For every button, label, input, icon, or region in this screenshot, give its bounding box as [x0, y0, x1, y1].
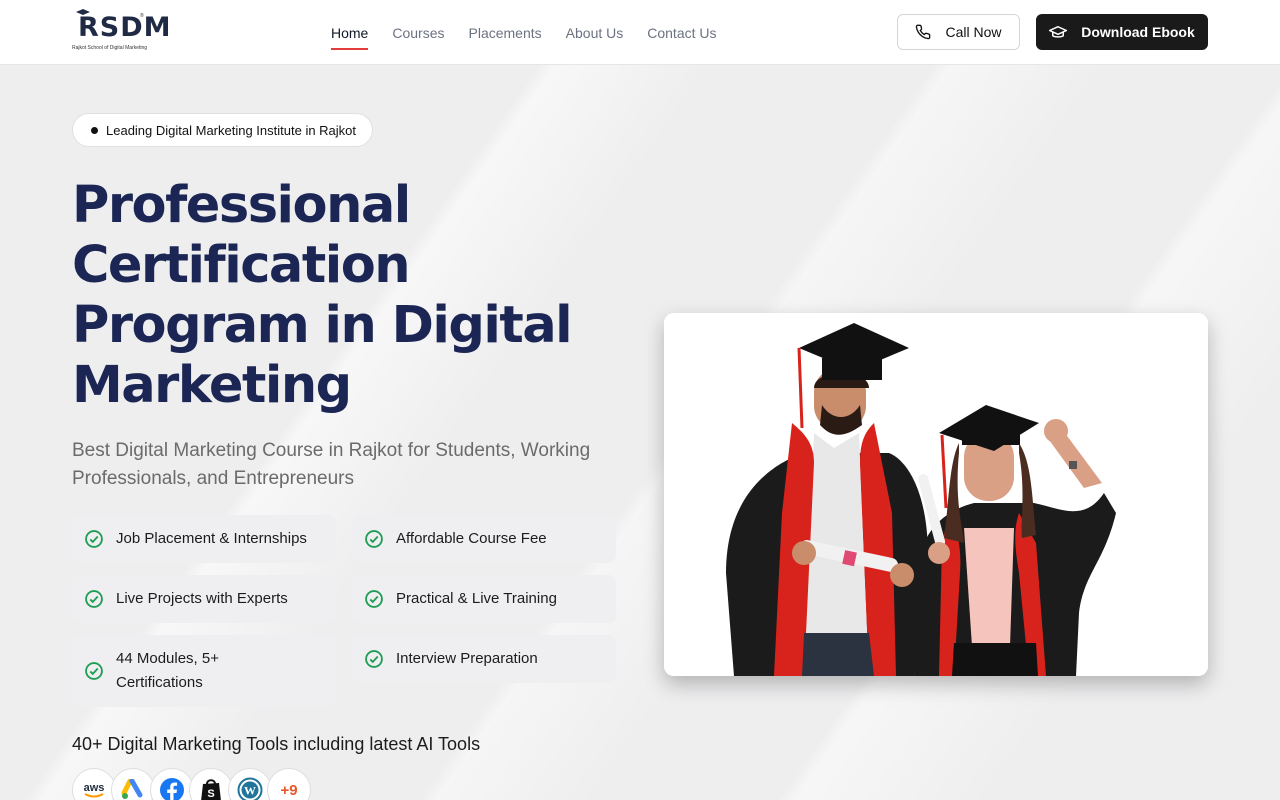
feature-label: 44 Modules, 5+ Certifications [116, 650, 219, 691]
download-ebook-label: Download Ebook [1081, 24, 1195, 40]
logo-trademark: ® [140, 13, 144, 19]
logo[interactable]: RSDM ® Rajkot School of Digital Marketin… [72, 9, 171, 54]
feature-item: Live Projects with Experts [72, 575, 336, 623]
wordpress-icon: W [228, 768, 272, 800]
main-nav: Home Courses Placements About Us Contact… [331, 0, 717, 65]
nav-contact-us[interactable]: Contact Us [647, 22, 716, 44]
logo-subtitle: Rajkot School of Digital Marketing [72, 45, 148, 51]
nav-home[interactable]: Home [331, 22, 369, 50]
facebook-icon [150, 768, 194, 800]
svg-text:S: S [207, 788, 214, 800]
hero-badge-text: Leading Digital Marketing Institute in R… [106, 122, 357, 138]
call-now-label: Call Now [945, 24, 1002, 40]
feature-label: Interview Preparation [396, 650, 538, 667]
svg-text:W: W [244, 784, 256, 798]
feature-list: Job Placement & Internships Affordable C… [72, 515, 616, 707]
aws-text: aws [84, 782, 105, 794]
check-circle-icon [365, 650, 383, 668]
feature-label: Job Placement & Internships [116, 530, 307, 547]
google-ads-icon [111, 768, 155, 800]
hero-image-card [664, 313, 1208, 676]
site-header: RSDM ® Rajkot School of Digital Marketin… [0, 0, 1280, 65]
check-circle-icon [85, 530, 103, 548]
check-circle-icon [85, 590, 103, 608]
nav-about-us[interactable]: About Us [566, 22, 624, 44]
download-ebook-button[interactable]: Download Ebook [1036, 14, 1208, 50]
check-circle-icon [365, 530, 383, 548]
feature-item: Interview Preparation [352, 635, 616, 683]
check-circle-icon [365, 590, 383, 608]
logo-text: RSDM [78, 12, 172, 43]
feature-label: Affordable Course Fee [396, 530, 547, 547]
feature-item: Practical & Live Training [352, 575, 616, 623]
call-now-button[interactable]: Call Now [897, 14, 1020, 50]
phone-icon [916, 24, 931, 40]
hero-badge: Leading Digital Marketing Institute in R… [72, 113, 374, 147]
tools-row: aws S W +9 [72, 768, 311, 800]
nav-placements[interactable]: Placements [469, 22, 542, 44]
more-tools-badge[interactable]: +9 [267, 768, 311, 800]
check-circle-icon [85, 662, 103, 680]
bullet-dot-icon [91, 126, 98, 134]
aws-icon: aws [72, 768, 116, 800]
feature-item: 44 Modules, 5+ Certifications [72, 635, 336, 707]
graduates-photo [664, 313, 1208, 676]
feature-label: Live Projects with Experts [116, 590, 288, 607]
feature-label: Practical & Live Training [396, 590, 557, 607]
hero-title: Professional Certification Program in Di… [72, 176, 573, 415]
nav-courses[interactable]: Courses [392, 22, 444, 44]
tools-heading: 40+ Digital Marketing Tools including la… [72, 734, 481, 754]
hero-subtitle: Best Digital Marketing Course in Rajkot … [72, 440, 591, 489]
graduation-cap-icon [1049, 25, 1068, 38]
shopify-icon: S [189, 768, 233, 800]
feature-item: Affordable Course Fee [352, 515, 616, 563]
feature-item: Job Placement & Internships [72, 515, 336, 563]
